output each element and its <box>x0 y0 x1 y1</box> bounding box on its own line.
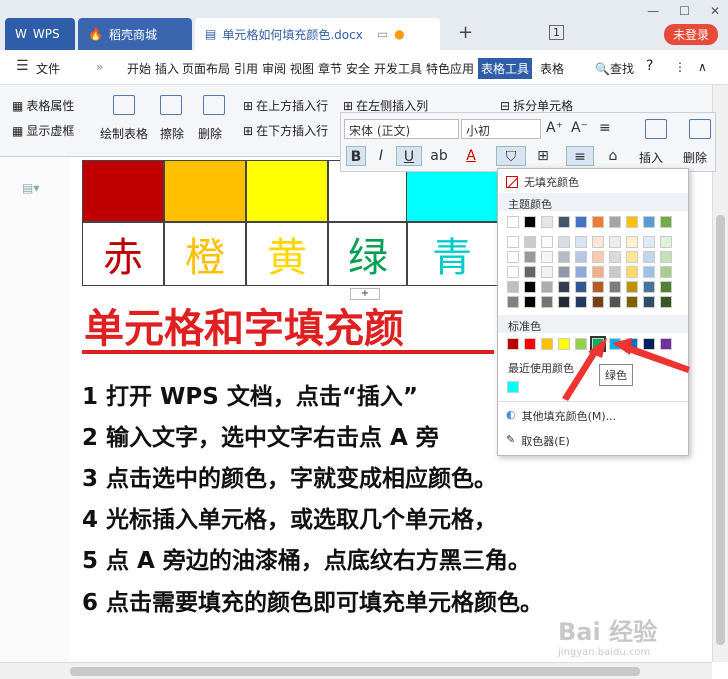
annotation-arrow-right-head <box>612 338 632 355</box>
annotation-arrows <box>562 338 690 401</box>
annotation-arrow-right <box>628 345 690 373</box>
annotation-arrow-left <box>562 347 598 401</box>
